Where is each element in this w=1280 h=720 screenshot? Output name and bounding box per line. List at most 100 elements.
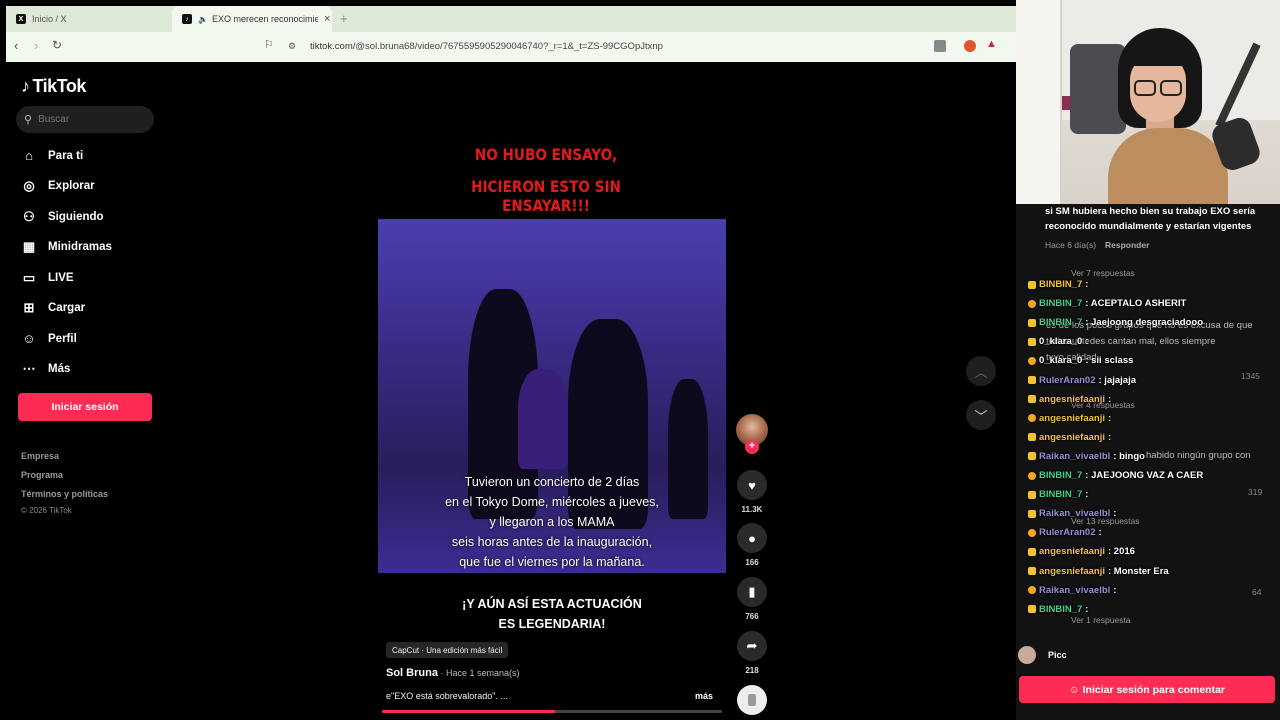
chat-username[interactable]: BINBIN_7 [1039,489,1082,500]
video-author[interactable]: Sol Bruna · Hace 1 semana(s) [386,667,519,679]
sidebar-item-label: LIVE [48,272,74,284]
comments-panel: si SM hubiera hecho bien su trabajo EXO … [1016,204,1280,720]
reply-link[interactable]: Responder [1105,240,1149,250]
close-tab-icon[interactable]: × [324,13,330,25]
chat-username[interactable]: angesniefaanji [1039,546,1105,557]
login-to-comment-button[interactable]: ☺ Iniciar sesión para comentar [1019,676,1275,703]
comment-button[interactable]: ● 166 [736,523,768,567]
video-title-line-1: NO HUBO ENSAYO, [474,145,618,164]
comment-like-count: 64 [1252,587,1262,597]
previous-video-button[interactable]: ︿ [966,356,996,386]
forward-icon[interactable]: › [34,38,38,53]
chat-username[interactable]: RulerAran02 [1039,375,1096,386]
chat-badge-icon [1028,452,1036,461]
login-button[interactable]: Iniciar sesión [18,393,152,421]
footer-link-empresa[interactable]: Empresa [21,451,59,461]
chat-username[interactable]: BINBIN_7 [1039,470,1082,481]
chat-message: BINBIN_7: [1028,604,1088,615]
copyright: © 2026 TikTok [21,506,72,515]
tab-tiktok-video[interactable]: ♪ 🔈 EXO merecen reconocimiento × [172,6,332,32]
chat-badge-icon [1028,547,1036,556]
sidebar-item-live[interactable]: ▭ LIVE [21,270,74,286]
tab-x-home[interactable]: X Inicio / X [6,6,172,32]
author-name: Sol Bruna [386,667,438,679]
translate-icon[interactable] [934,40,946,52]
chat-username[interactable]: BINBIN_7 [1039,279,1082,290]
footer-link-programa[interactable]: Programa [21,470,63,480]
chat-username[interactable]: Raikan_vivaelbl [1039,585,1110,596]
chat-username[interactable]: angesniefaanji [1039,394,1105,405]
search-input[interactable] [38,114,139,125]
chat-username[interactable]: 0_klara_0 [1039,336,1082,347]
chat-username[interactable]: BINBIN_7 [1039,298,1082,309]
chat-username[interactable]: BINBIN_7 [1039,317,1082,328]
sidebar-item-cargar[interactable]: ⊞ Cargar [21,300,86,316]
sidebar-item-explorar[interactable]: ◎ Explorar [21,178,94,194]
chat-text: : [1113,508,1117,520]
view-replies-link[interactable]: Ver 1 respuesta [1071,615,1131,625]
sidebar-item-siguiendo[interactable]: ⚇ Siguiendo [21,209,103,225]
sidebar-item-minidramas[interactable]: ▦ Minidramas [21,239,112,255]
room-door [1016,0,1062,204]
chat-username[interactable]: Raikan_vivaelbl [1039,451,1110,462]
chat-username[interactable]: angesniefaanji [1039,566,1105,577]
site-settings-icon[interactable]: ⚙ [288,41,296,52]
creator-avatar[interactable]: + [736,414,768,454]
comment-picc: Picc [1018,646,1067,664]
address-bar: ‹ › ↻ ⚐ ⚙ tiktok.com/@sol.bruna68/video/… [6,32,1016,62]
like-button[interactable]: ♥ 11.3K [736,470,768,514]
comment-text: reconocido mundialmente y estarían vigen… [1045,221,1252,232]
search-box[interactable]: ⚲ [16,106,154,133]
chat-text: : [1085,489,1089,501]
video-title-line-2: HICIERON ESTO SIN ENSAYAR!!! [471,177,621,215]
chat-message: angesniefaanji: Monster Era [1028,566,1169,577]
footer-link-terminos[interactable]: Términos y políticas [21,489,108,499]
streamer-webcam [1016,0,1280,204]
subcaption-line: ¡Y AÚN ASÍ ESTA ACTUACIÓN [462,597,642,611]
chat-badge-icon [1028,490,1036,499]
chat-username[interactable]: angesniefaanji [1039,413,1105,424]
chevron-up-icon: ︿ [974,364,988,380]
more-link[interactable]: más [695,691,713,701]
next-video-button[interactable]: ﹀ [966,400,996,430]
tiktok-logo[interactable]: ♪ TikTok [21,76,86,97]
chat-username[interactable]: 0_klara_0 [1039,355,1082,366]
back-icon[interactable]: ‹ [14,38,18,53]
capcut-tag[interactable]: CapCut · Una edición más fácil [386,642,509,658]
chat-username[interactable]: angesniefaanji [1039,432,1105,443]
chat-text: : jajajaja [1098,374,1137,386]
url-field[interactable]: tiktok.com/@sol.bruna68/video/7675595905… [310,41,663,52]
home-icon: ⌂ [25,148,33,163]
speaker-icon[interactable]: 🔈 [198,15,208,24]
chat-username[interactable]: Raikan_vivaelbl [1039,508,1110,519]
share-arrow-icon: ➦ [737,631,767,661]
save-button[interactable]: ▮ 766 [736,577,768,621]
sidebar-item-perfil[interactable]: ☺ Perfil [21,331,76,346]
bookmark-icon[interactable]: ⚐ [264,38,274,51]
music-disc-icon[interactable] [737,685,767,715]
sidebar-item-mas[interactable]: ⋯ Más [21,361,71,377]
video-progress-bar[interactable] [382,710,722,713]
share-button[interactable]: ➦ 218 [736,631,768,675]
rewards-triangle-icon[interactable]: ▲ [986,38,998,50]
avatar[interactable] [1018,646,1036,664]
chat-text: : [1098,527,1102,539]
glasses [1134,80,1156,96]
chat-username[interactable]: RulerAran02 [1039,527,1096,538]
tiktok-note-icon: ♪ [21,76,30,96]
follow-plus-icon[interactable]: + [745,440,759,454]
video-player[interactable]: Tuvieron un concierto de 2 días en el To… [378,219,726,573]
comment-like-count: 319 [1248,487,1263,497]
comment-count: 166 [745,558,759,567]
capcut-text: CapCut · Una edición más fácil [392,645,503,655]
chat-text: : [1108,412,1112,424]
comment-user[interactable]: Picc [1048,650,1067,660]
brave-shield-icon[interactable] [964,40,976,52]
chat-username[interactable]: BINBIN_7 [1039,604,1082,615]
chat-text: : bingo [1113,450,1145,462]
new-tab-icon[interactable]: + [340,11,348,26]
view-replies-link[interactable]: Ver 7 respuestas [1071,268,1135,278]
reload-icon[interactable]: ↻ [52,38,62,52]
sidebar-item-para-ti[interactable]: ⌂ Para ti [21,148,83,163]
chat-message: RulerAran02: jajajaja [1028,375,1136,386]
